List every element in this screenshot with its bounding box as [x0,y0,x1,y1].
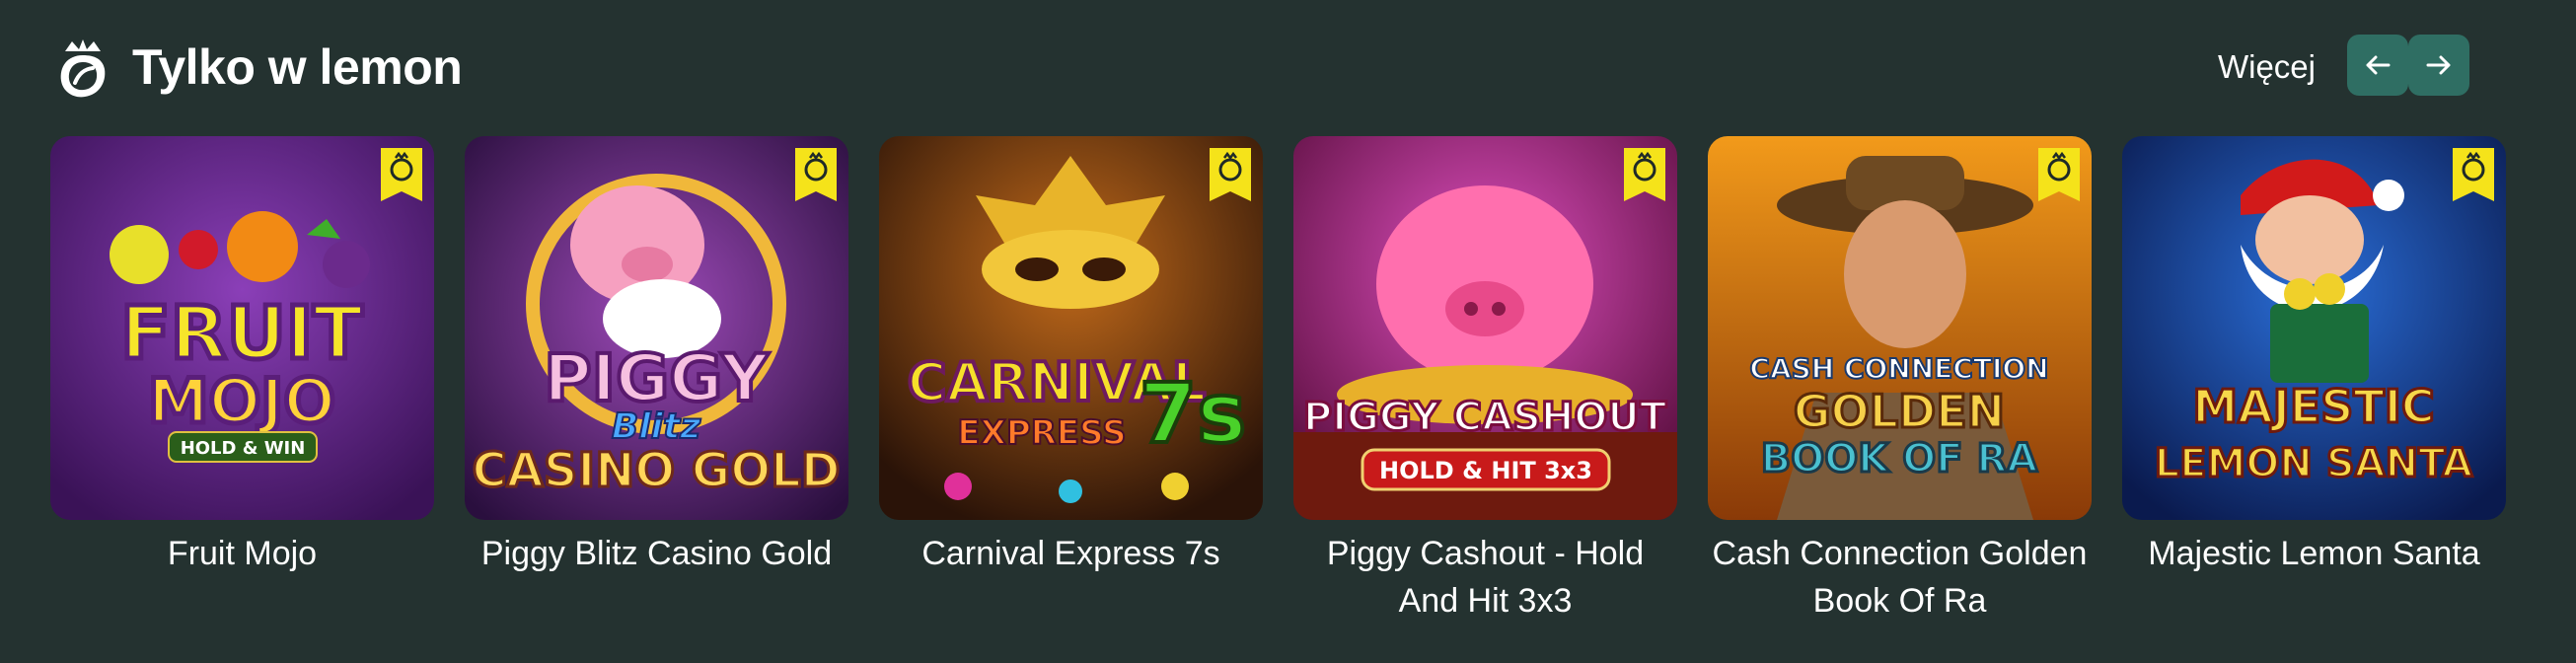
logo-line-3: 7s [1140,365,1246,462]
logo-line-1: PIGGY [544,340,770,416]
game-card-cash-connection-golden-book-of-ra[interactable]: CASH CONNECTION GOLDEN BOOK OF RA Cash C… [1708,136,2092,625]
logo-line-2: LEMON SANTA [2155,441,2472,486]
logo-line-3: CASINO GOLD [472,443,840,498]
game-artwork: PIGGY Blitz CASINO GOLD [465,136,848,520]
game-title[interactable]: Carnival Express 7s [879,530,1263,577]
logo-line-1: FRUIT [120,291,363,376]
game-artwork: CARNIVAL EXPRESS 7s [879,136,1263,520]
lemon-exclusive-badge-icon [2453,148,2494,201]
game-title[interactable]: Cash Connection Golden Book Of Ra [1708,530,2092,625]
more-link[interactable]: Więcej [2218,30,2316,105]
lemon-crown-icon [60,39,106,98]
game-title[interactable]: Piggy Cashout - Hold And Hit 3x3 [1293,530,1677,625]
game-artwork: CASH CONNECTION GOLDEN BOOK OF RA [1708,136,2092,520]
logo-line-2: MOJO [148,365,335,437]
logo-line-1: PIGGY CASHOUT [1303,395,1667,440]
logo-line-3: HOLD & WIN [181,438,306,459]
game-thumbnail[interactable]: PIGGY CASHOUT HOLD & HIT 3x3 [1293,136,1677,520]
game-thumbnail[interactable]: CASH CONNECTION GOLDEN BOOK OF RA [1708,136,2092,520]
logo-line-2: HOLD & HIT 3x3 [1379,457,1592,484]
arrow-right-icon [2426,55,2451,75]
game-card-fruit-mojo[interactable]: FRUIT MOJO HOLD & WIN Fruit Mojo [50,136,434,577]
game-card-carnival-express-7s[interactable]: CARNIVAL EXPRESS 7s Carnival Express 7s [879,136,1263,577]
lemon-exclusive-badge-icon [795,148,837,201]
section-header: Tylko w lemon Więcej [51,30,2513,105]
lemon-exclusive-badge-icon [2038,148,2080,201]
lemon-exclusive-badge-icon [1210,148,1251,201]
lemon-exclusive-badge-icon [1624,148,1665,201]
arrow-left-icon [2366,55,2391,75]
logo-line-1: MAJESTIC [2192,380,2434,433]
section-title: Tylko w lemon [132,39,463,95]
logo-line-2: Blitz [612,406,701,447]
game-artwork: MAJESTIC LEMON SANTA [2122,136,2506,520]
game-title[interactable]: Piggy Blitz Casino Gold [465,530,848,577]
game-thumbnail[interactable]: PIGGY Blitz CASINO GOLD [465,136,848,520]
game-card-majestic-lemon-santa[interactable]: MAJESTIC LEMON SANTA Majestic Lemon Sant… [2122,136,2506,577]
lemon-exclusive-badge-icon [381,148,422,201]
game-thumbnail[interactable]: MAJESTIC LEMON SANTA [2122,136,2506,520]
game-thumbnail[interactable]: FRUIT MOJO HOLD & WIN [50,136,434,520]
game-thumbnail[interactable]: CARNIVAL EXPRESS 7s [879,136,1263,520]
logo-line-1: CASH CONNECTION [1749,352,2048,385]
game-card-piggy-blitz-casino-gold[interactable]: PIGGY Blitz CASINO GOLD Piggy Blitz Casi… [465,136,848,577]
logo-line-3: BOOK OF RA [1761,436,2037,481]
game-card-piggy-cashout[interactable]: PIGGY CASHOUT HOLD & HIT 3x3 Piggy Casho… [1293,136,1677,625]
game-title[interactable]: Majestic Lemon Santa [2122,530,2506,577]
game-artwork: FRUIT MOJO HOLD & WIN [50,136,434,520]
game-title[interactable]: Fruit Mojo [50,530,434,577]
logo-line-2: GOLDEN [1794,385,2005,438]
logo-line-2: EXPRESS [957,413,1126,453]
previous-button[interactable] [2347,35,2408,96]
game-artwork: PIGGY CASHOUT HOLD & HIT 3x3 [1293,136,1677,520]
next-button[interactable] [2408,35,2469,96]
